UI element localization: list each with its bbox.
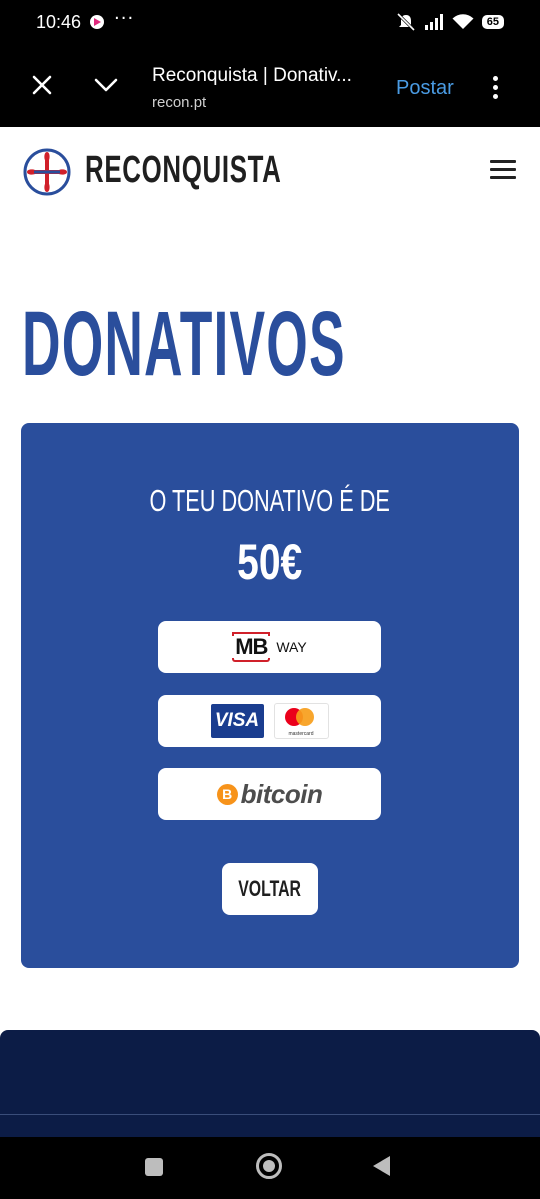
recent-apps-icon[interactable] (145, 1158, 163, 1176)
mbway-label: WAY (276, 639, 307, 655)
brand-name[interactable]: RECONQUISTA (85, 149, 281, 192)
donation-card: O TEU DONATIVO É DE 50€ MB WAY VISA mast… (21, 423, 519, 968)
status-icons: 65 (396, 13, 504, 31)
page-title-label: Reconquista | Donativ... (152, 65, 352, 86)
site-header: RECONQUISTA (0, 127, 540, 217)
status-time: 10:46 (36, 12, 82, 32)
mbway-payment-button[interactable]: MB WAY (158, 621, 381, 673)
donation-label: O TEU DONATIVO É DE (149, 483, 391, 518)
wifi-icon (452, 14, 474, 29)
donation-amount: 50€ (237, 534, 303, 590)
cross-logo-icon[interactable] (22, 147, 72, 197)
hamburger-menu-icon[interactable] (490, 160, 516, 184)
mastercard-logo-icon: mastercard (273, 703, 329, 739)
more-vert-icon[interactable] (493, 76, 499, 103)
back-triangle-icon[interactable] (373, 1156, 390, 1176)
chevron-down-icon[interactable] (93, 74, 119, 96)
home-icon[interactable] (256, 1153, 282, 1179)
signal-icon (424, 14, 443, 30)
browser-toolbar: Reconquista | Donativ... recon.pt Postar (0, 46, 540, 127)
page-url-label: recon.pt (152, 94, 207, 111)
status-bar: 10:46 ··· 65 (0, 0, 540, 46)
play-store-notification-icon (90, 15, 104, 29)
mb-logo-icon: MB (232, 632, 271, 662)
battery-indicator: 65 (481, 15, 504, 29)
close-icon[interactable] (28, 71, 56, 99)
post-button[interactable]: Postar (396, 77, 454, 100)
back-button[interactable]: VOLTAR (222, 863, 318, 915)
bitcoin-payment-button[interactable]: B bitcoin (158, 768, 381, 820)
card-payment-button[interactable]: VISA mastercard (158, 695, 381, 747)
status-more: ··· (114, 8, 135, 29)
bitcoin-icon: B (216, 783, 238, 805)
site-footer (0, 1030, 540, 1140)
system-nav-bar (0, 1137, 540, 1199)
visa-logo-icon: VISA (210, 704, 264, 738)
mute-vibrate-icon (396, 13, 415, 31)
footer-divider (0, 1114, 540, 1115)
page-heading: DONATIVOS (22, 293, 346, 395)
bitcoin-label: bitcoin (240, 778, 323, 809)
